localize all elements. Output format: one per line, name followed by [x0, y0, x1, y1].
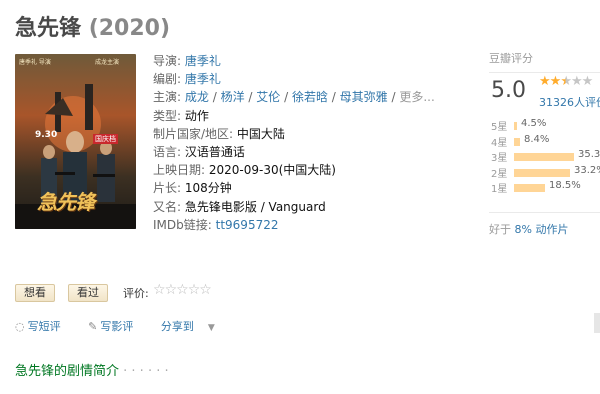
- movie-title: 急先锋: [15, 16, 82, 41]
- star-icon: ★: [549, 74, 562, 89]
- movie-info: 导演: 唐季礼 编剧: 唐季礼 主演: 成龙 / 杨洋 / 艾伦 / 徐若晗 /…: [153, 52, 435, 234]
- cast-link[interactable]: 成龙: [185, 90, 209, 104]
- info-genre: 类型: 动作: [153, 108, 209, 123]
- comment-icon: ◌: [15, 320, 25, 333]
- chevron-down-icon: ▼: [207, 323, 215, 333]
- poster-badge: 国庆档: [93, 134, 118, 144]
- info-writer: 编剧: 唐季礼: [153, 72, 221, 87]
- rate-label: 评价:: [123, 287, 149, 300]
- info-runtime: 片长: 108分钟: [153, 181, 232, 196]
- cast-link[interactable]: 艾伦: [256, 90, 280, 104]
- rating-bar: [514, 184, 545, 192]
- poster-credit-right: 成龙主演: [95, 59, 120, 66]
- genre-compare-link[interactable]: 动作片: [535, 223, 568, 236]
- rate-stars[interactable]: ☆☆☆☆☆: [153, 282, 212, 298]
- poster-title-art: 急先锋: [37, 190, 95, 214]
- movie-poster[interactable]: 唐季礼 导演 成龙主演 国庆档 9.30 急先锋: [15, 54, 136, 229]
- cast-link[interactable]: 徐若晗: [292, 90, 328, 104]
- info-release: 上映日期: 2020-09-30(中国大陆): [153, 163, 336, 178]
- rating-box: 豆瓣评分 5.0 ★★★★★ 31326人评价: [489, 50, 600, 109]
- short-review-link[interactable]: ◌ 写短评: [15, 320, 73, 333]
- page-title: 急先锋 (2020): [15, 10, 170, 42]
- share-link[interactable]: 分享到 ▼: [161, 320, 227, 333]
- cast-link[interactable]: 母其弥雅: [340, 90, 388, 104]
- info-director: 导演: 唐季礼: [153, 54, 221, 68]
- info-country: 制片国家/地区: 中国大陆: [153, 126, 285, 141]
- empty-star-icon[interactable]: ☆: [165, 282, 178, 298]
- rating-bar: [514, 153, 574, 161]
- movie-year: (2020): [88, 16, 171, 41]
- info-cast: 主演: 成龙 / 杨洋 / 艾伦 / 徐若晗 / 母其弥雅 / 更多...: [153, 90, 435, 105]
- poster-credit-left: 唐季礼 导演: [19, 59, 51, 66]
- long-review-link[interactable]: ✎ 写影评: [88, 320, 145, 333]
- rating-score: 5.0: [491, 78, 526, 103]
- rating-header: 豆瓣评分: [489, 50, 600, 73]
- half-star-icon: ★: [560, 74, 572, 89]
- rating-count-link[interactable]: 31326人评价: [539, 94, 600, 110]
- rating-stars: ★★★★★: [539, 74, 594, 89]
- star-icon: ★: [570, 74, 583, 89]
- empty-star-icon[interactable]: ☆: [199, 282, 212, 298]
- want-to-watch-button[interactable]: 想看: [15, 284, 55, 302]
- cast-link[interactable]: 杨洋: [221, 90, 245, 104]
- info-imdb: IMDb链接: tt9695722: [153, 217, 279, 232]
- watched-button[interactable]: 看过: [68, 284, 108, 302]
- review-actions: ◌ 写短评 ✎ 写影评 分享到 ▼: [15, 318, 239, 334]
- info-aka: 又名: 急先锋电影版 / Vanguard: [153, 199, 326, 214]
- rating-bar: [514, 168, 570, 177]
- imdb-link[interactable]: tt9695722: [216, 218, 279, 232]
- rating-bar: [514, 122, 517, 130]
- star-icon: ★: [581, 74, 594, 89]
- writer-link[interactable]: 唐季礼: [185, 72, 221, 86]
- cast-more-link[interactable]: 更多...: [399, 90, 434, 104]
- empty-star-icon[interactable]: ☆: [188, 282, 201, 298]
- empty-star-icon[interactable]: ☆: [176, 282, 189, 298]
- director-link[interactable]: 唐季礼: [185, 54, 221, 68]
- pencil-icon: ✎: [88, 320, 98, 333]
- rating-bar: [514, 137, 520, 146]
- poster-date: 9.30: [35, 130, 58, 140]
- summary-heading: 急先锋的剧情简介 · · · · · ·: [15, 364, 169, 379]
- better-than: 好于 8% 动作片: [489, 212, 600, 237]
- star-icon: ★: [539, 74, 551, 89]
- empty-star-icon[interactable]: ☆: [153, 282, 166, 298]
- info-language: 语言: 汉语普通话: [153, 144, 245, 159]
- side-widget-edge: [594, 313, 600, 333]
